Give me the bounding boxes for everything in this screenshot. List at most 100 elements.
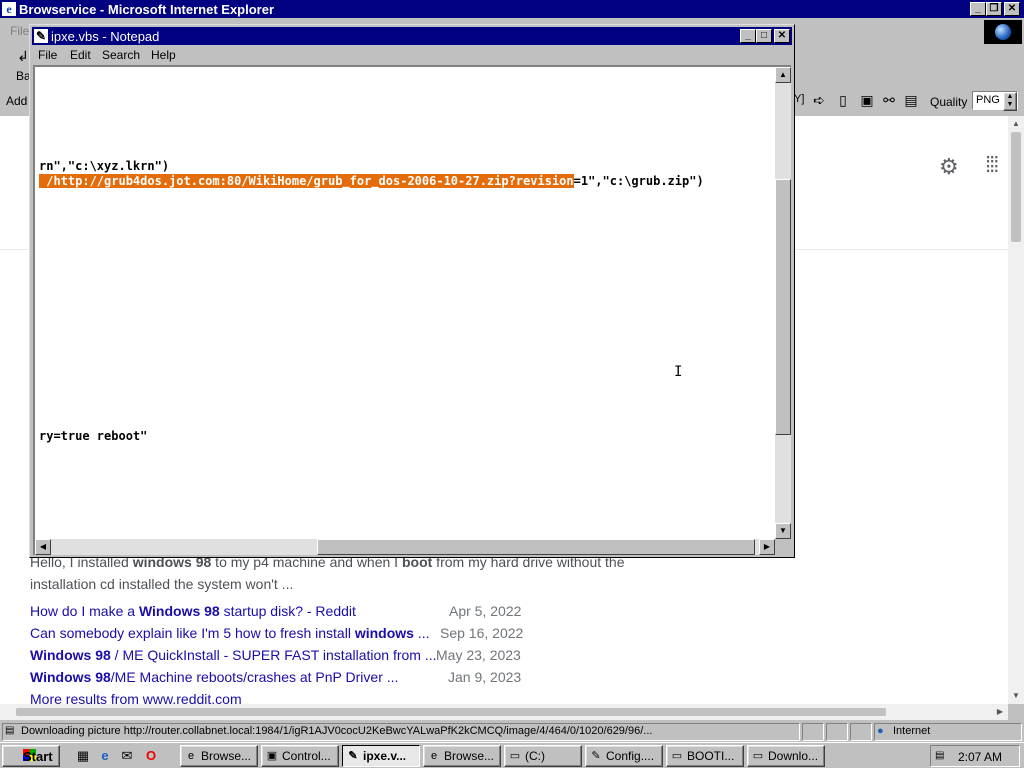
code-line-1: rn","c:\xyz.lkrn") <box>39 159 170 173</box>
taskbar: Start ▦ e ✉ O e Browse... ▣ Control... ✎ ip… <box>0 742 1024 768</box>
notepad-task-icon: ✎ <box>348 750 358 762</box>
notepad-resize-grip[interactable] <box>775 539 791 555</box>
ie-throbber-globe-icon <box>984 20 1022 44</box>
page-vertical-scrollbar[interactable]: ▲ ▼ <box>1008 116 1024 704</box>
result-snippet-line2: installation cd installed the system won… <box>30 576 294 592</box>
page-hscroll-thumb[interactable] <box>16 708 886 716</box>
outlook-quicklaunch-icon[interactable]: ✉ <box>118 747 136 765</box>
zone-pane: ● Internet <box>874 723 1022 741</box>
ie-title-bar[interactable]: e Browservice - Microsoft Internet Explo… <box>0 0 1024 18</box>
notepad-menu-file[interactable]: File <box>38 48 57 62</box>
control-panel-icon: ▣ <box>266 750 278 762</box>
notepad-title-bar[interactable]: ✎ ipxe.vbs - Notepad _ □ ✕ <box>32 27 792 45</box>
notepad-scroll-down-icon[interactable]: ▼ <box>775 523 791 539</box>
scroll-down-arrow-icon[interactable]: ▼ <box>1008 688 1024 704</box>
forward-arrow-icon[interactable]: ➪ <box>810 92 828 108</box>
ie-task-icon: e <box>187 750 195 762</box>
notepad-menu-search[interactable]: Search <box>102 48 140 62</box>
result-link-2[interactable]: Can somebody explain like I'm 5 how to f… <box>30 625 430 641</box>
result-link-4[interactable]: Windows 98/ME Machine reboots/crashes at… <box>30 669 398 685</box>
restore-button[interactable]: ❐ <box>986 2 1002 16</box>
scroll-right-arrow-icon[interactable]: ▶ <box>992 704 1008 720</box>
ie-status-bar: ▤ Downloading picture http://router.coll… <box>0 722 1024 742</box>
task-c-drive[interactable]: ▭ (C:) <box>504 745 582 767</box>
zone-label: Internet <box>893 725 931 737</box>
result-link-3[interactable]: Windows 98 / ME QuickInstall - SUPER FAS… <box>30 647 437 663</box>
address-field-tail[interactable]: Y] <box>794 93 804 105</box>
clock[interactable]: 2:07 AM <box>958 750 1002 764</box>
settings-gear-icon[interactable]: ⚙ <box>939 154 959 180</box>
task-browse-2[interactable]: e Browse... <box>423 745 501 767</box>
task-ipxe-notepad[interactable]: ✎ ipxe.v... <box>342 745 420 767</box>
task-booti[interactable]: ▭ BOOTI... <box>666 745 744 767</box>
status-pane-2 <box>826 723 848 741</box>
result-date-1: Apr 5, 2022 <box>449 603 522 619</box>
notepad-close-button[interactable]: ✕ <box>774 29 790 43</box>
notepad-minimize-button[interactable]: _ <box>740 29 756 43</box>
page-icon: ▤ <box>5 725 15 736</box>
page-horizontal-scrollbar[interactable]: ▶ <box>0 704 1008 720</box>
start-button[interactable]: Start <box>2 745 60 767</box>
status-pane-1 <box>802 723 824 741</box>
code-line-2: /http://grub4dos.jot.com:80/WikiHome/gru… <box>39 174 704 188</box>
notepad-text-content[interactable]: rn","c:\xyz.lkrn") /http://grub4dos.jot.… <box>39 67 775 537</box>
clipboard-icon[interactable]: ▤ <box>902 92 920 108</box>
opera-quicklaunch-icon[interactable]: O <box>142 747 160 765</box>
image-icon[interactable]: ▣ <box>858 92 876 108</box>
result-date-2: Sep 16, 2022 <box>440 625 524 641</box>
start-label: Start <box>23 749 53 764</box>
notepad-horizontal-scrollbar[interactable]: ◀ ▶ <box>35 539 775 555</box>
code-line-2-rest: =1","c:\grub.zip") <box>573 174 704 188</box>
bookmark-icon[interactable]: ▯ <box>834 92 852 108</box>
ie-logo-icon: e <box>2 2 16 16</box>
apps-grid-icon[interactable]: ⁞⁞⁞ <box>985 152 999 178</box>
status-text: Downloading picture http://router.collab… <box>21 725 653 737</box>
task-control[interactable]: ▣ Control... <box>261 745 339 767</box>
notepad-maximize-button[interactable]: □ <box>756 29 772 43</box>
close-button[interactable]: ✕ <box>1004 2 1020 16</box>
folder-icon: ▭ <box>671 750 683 762</box>
ie-task-icon-2: e <box>430 750 438 762</box>
status-pane-3 <box>850 723 872 741</box>
result-link-1[interactable]: How do I make a Windows 98 startup disk?… <box>30 603 356 619</box>
quality-value: PNG <box>976 94 1000 106</box>
selected-text: /http://grub4dos.jot.com:80/WikiHome/gru… <box>39 174 574 188</box>
notepad-window: ✎ ipxe.vbs - Notepad _ □ ✕ File Edit Sea… <box>29 24 795 558</box>
notepad-scroll-left-icon[interactable]: ◀ <box>35 539 51 555</box>
internet-globe-icon: ● <box>877 725 884 737</box>
task-downlo[interactable]: ▭ Downlo... <box>747 745 825 767</box>
minimize-button[interactable]: _ <box>970 2 986 16</box>
quality-spinner[interactable]: ▲ ▼ <box>1003 92 1017 111</box>
download-folder-icon: ▭ <box>752 750 764 762</box>
text-cursor-icon: I <box>674 364 683 380</box>
ie-quicklaunch-icon[interactable]: e <box>96 747 114 765</box>
system-tray: ▤ 2:07 AM <box>930 745 1020 767</box>
find-binoculars-icon[interactable]: ⚯ <box>880 92 898 108</box>
scroll-up-arrow-icon[interactable]: ▲ <box>1008 116 1024 132</box>
more-results-link[interactable]: More results from www.reddit.com <box>30 691 242 704</box>
notepad-menubar: File Edit Search Help <box>32 46 792 64</box>
task-config[interactable]: ✎ Config.... <box>585 745 663 767</box>
notepad-menu-help[interactable]: Help <box>151 48 176 62</box>
notepad-hscroll-thumb[interactable] <box>317 539 755 555</box>
notepad-scroll-right-icon[interactable]: ▶ <box>759 539 775 555</box>
drive-icon: ▭ <box>509 750 521 762</box>
result-date-4: Jan 9, 2023 <box>448 669 522 685</box>
status-text-pane: ▤ Downloading picture http://router.coll… <box>2 723 800 741</box>
notepad-title: ipxe.vbs - Notepad <box>51 29 160 44</box>
ie-menu-file[interactable]: File <box>10 24 29 38</box>
notepad-text-area[interactable]: rn","c:\xyz.lkrn") /http://grub4dos.jot.… <box>33 65 791 555</box>
address-label: Add <box>6 94 28 108</box>
result-date-3: May 23, 2023 <box>436 647 521 663</box>
notepad-scroll-up-icon[interactable]: ▲ <box>775 67 791 83</box>
quality-select[interactable]: PNG ▲ ▼ <box>972 91 1018 111</box>
code-line-3: ry=true reboot" <box>39 429 148 443</box>
notepad-menu-edit[interactable]: Edit <box>70 48 91 62</box>
notepad-vertical-scrollbar[interactable]: ▲ ▼ <box>775 67 791 539</box>
ie-window-title: Browservice - Microsoft Internet Explore… <box>19 2 275 17</box>
task-browse-1[interactable]: e Browse... <box>180 745 258 767</box>
page-scroll-thumb[interactable] <box>1011 132 1021 242</box>
notepad-vscroll-thumb[interactable] <box>775 179 791 435</box>
show-desktop-icon[interactable]: ▦ <box>74 747 92 765</box>
network-tray-icon[interactable]: ▤ <box>935 750 949 762</box>
